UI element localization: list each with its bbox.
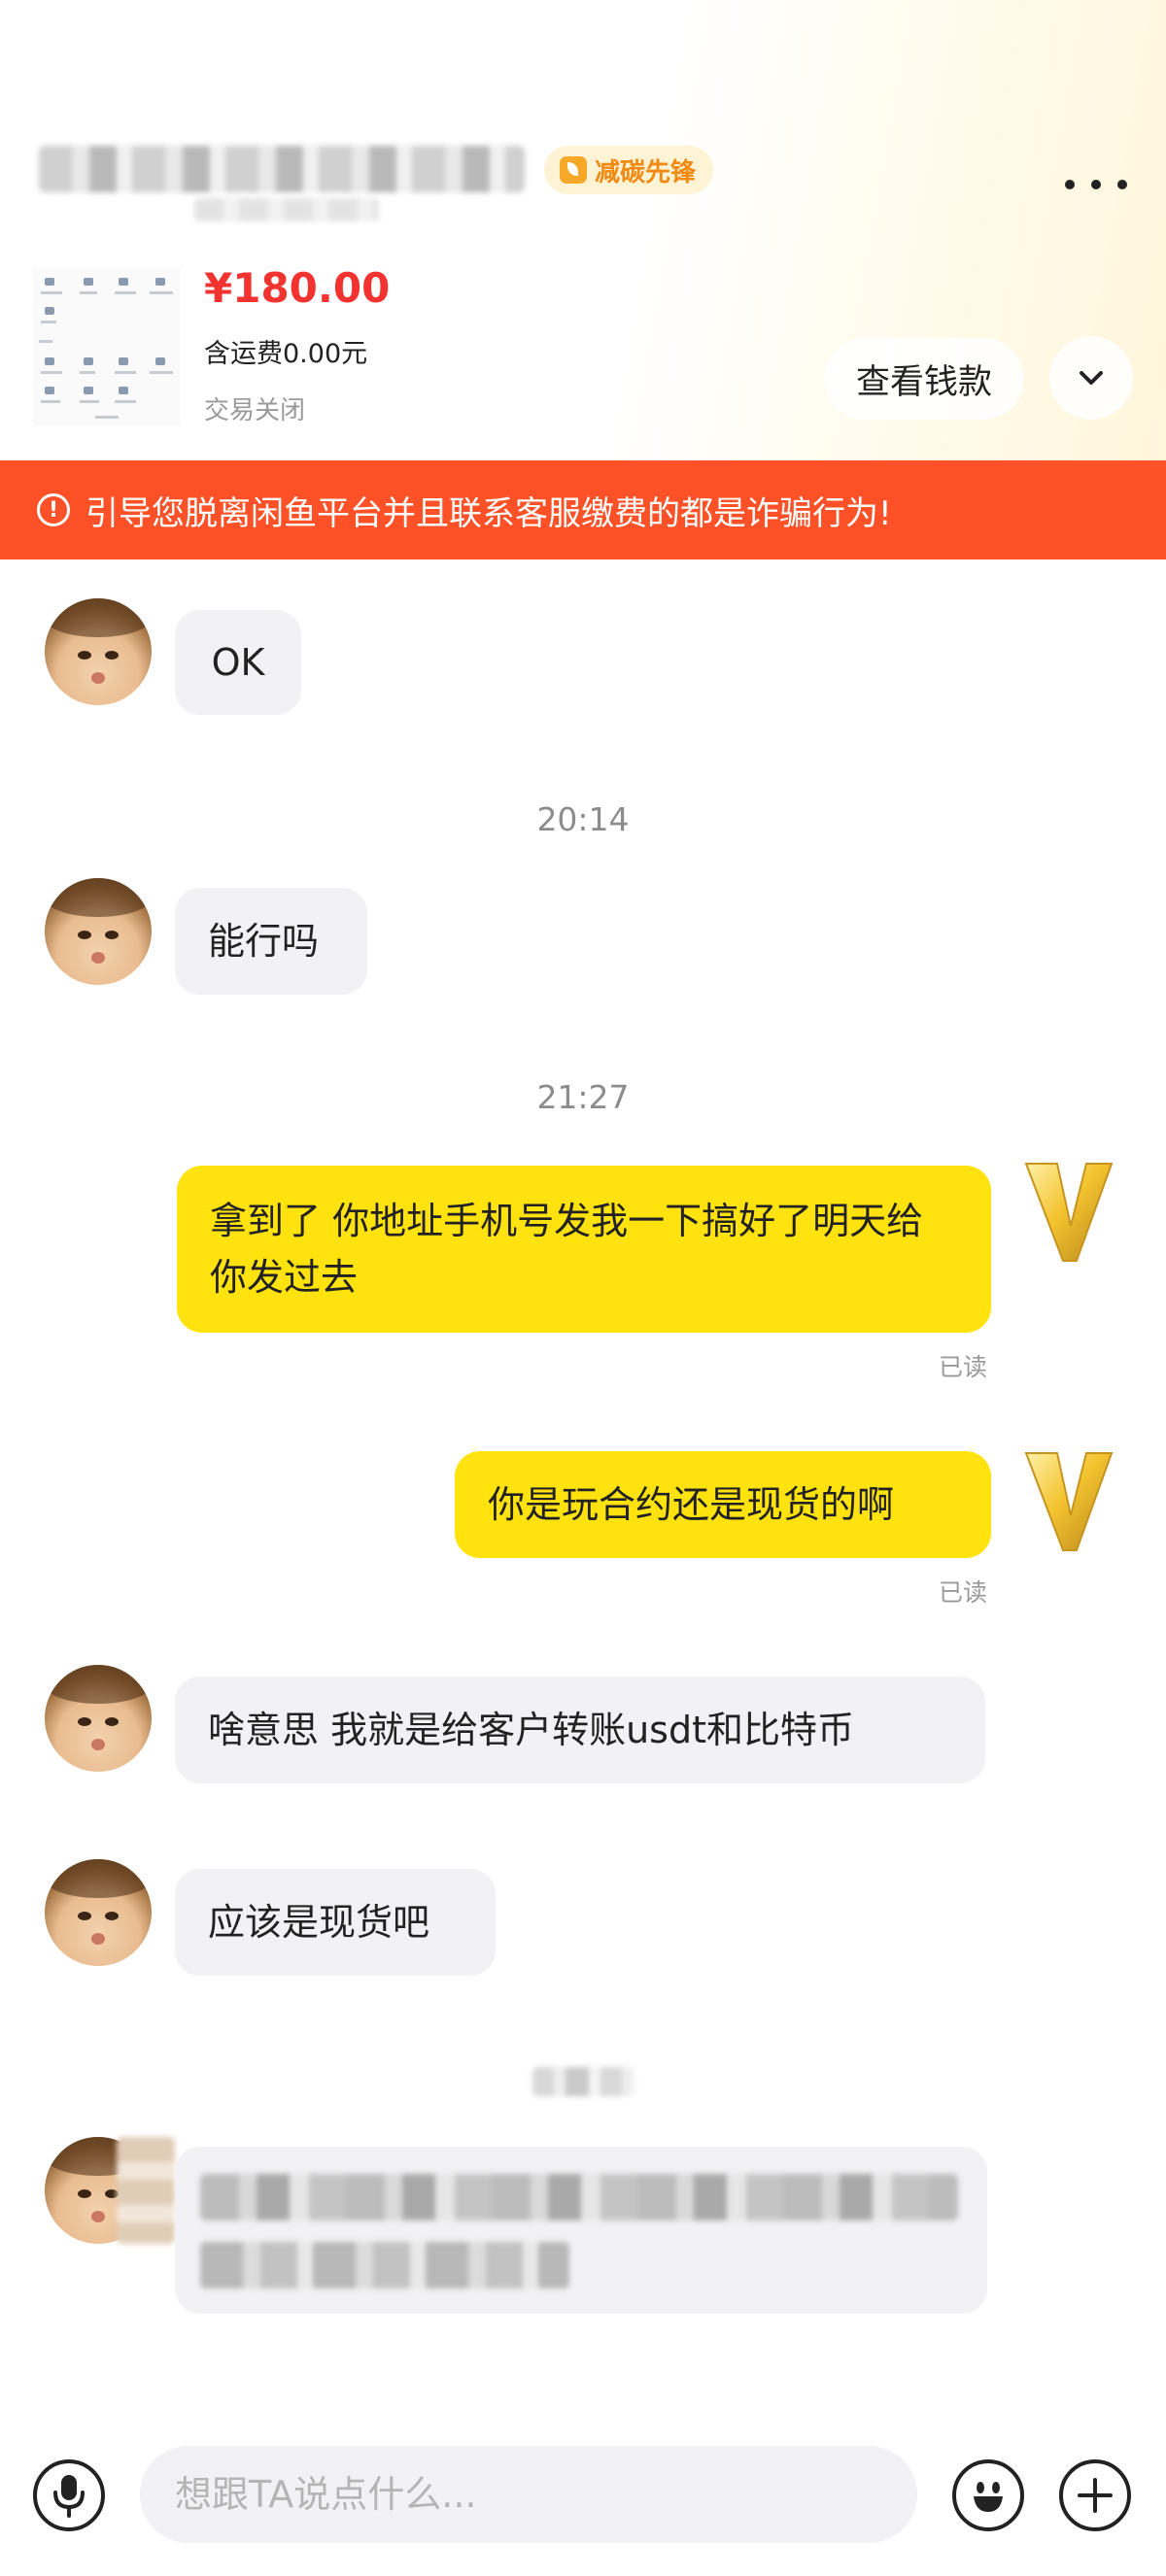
more-actions-button[interactable]: [1059, 2459, 1131, 2531]
alert-circle-icon: !: [37, 493, 70, 526]
chevron-down-icon: [1080, 371, 1103, 385]
message-timestamp: 21:27: [536, 1078, 630, 1116]
more-dots-icon: [1065, 180, 1075, 189]
shipping-fee: 含运费0.00元: [204, 339, 368, 369]
incoming-message[interactable]: 应该是现货吧: [175, 1869, 496, 1976]
contact-avatar[interactable]: [45, 1665, 152, 1772]
more-options-button[interactable]: [1065, 165, 1127, 204]
gold-v-avatar-icon[interactable]: [1022, 1447, 1115, 1554]
chat-header: 减碳先锋 ¥180.00 含运费0.00元 交易关闭 查看钱款: [0, 0, 1166, 460]
incoming-message[interactable]: OK: [175, 610, 301, 715]
badge-label: 减碳先锋: [595, 157, 697, 187]
carbon-badge: 减碳先锋: [544, 146, 714, 194]
blurred-username: [39, 146, 525, 192]
emoji-button[interactable]: [952, 2459, 1024, 2531]
product-thumbnail[interactable]: [33, 268, 181, 425]
incoming-message-blurred[interactable]: [175, 2147, 987, 2314]
expand-order-button[interactable]: [1049, 336, 1133, 420]
read-receipt: 已读: [939, 1578, 988, 1607]
voice-mic-icon: [53, 2475, 85, 2518]
message-input[interactable]: [140, 2446, 917, 2543]
emoji-icon: [974, 2482, 1003, 2512]
view-payment-button[interactable]: 查看钱款: [824, 338, 1024, 420]
product-price: ¥180.00: [204, 264, 391, 312]
contact-avatar[interactable]: [45, 878, 152, 985]
trade-status: 交易关闭: [204, 396, 306, 425]
leaf-icon: [560, 156, 587, 184]
outgoing-message[interactable]: 拿到了 你地址手机号发我一下搞好了明天给你发过去: [177, 1166, 991, 1333]
blurred-subtitle: [194, 198, 379, 221]
blurred-avatar-overlay: [117, 2137, 175, 2244]
fraud-warning-banner: ! 引导您脱离闲鱼平台并且联系客服缴费的都是诈骗行为!: [0, 460, 1166, 559]
blurred-timestamp: [532, 2067, 634, 2096]
contact-avatar[interactable]: [45, 598, 152, 705]
voice-input-button[interactable]: [33, 2459, 105, 2531]
message-timestamp: 20:14: [536, 800, 630, 838]
plus-icon: [1078, 2478, 1113, 2513]
incoming-message[interactable]: 啥意思 我就是给客户转账usdt和比特币: [175, 1677, 985, 1783]
outgoing-message[interactable]: 你是玩合约还是现货的啊: [455, 1451, 991, 1558]
incoming-message[interactable]: 能行吗: [175, 888, 367, 995]
gold-v-avatar-icon[interactable]: [1022, 1158, 1115, 1265]
contact-avatar[interactable]: [45, 1859, 152, 1966]
warning-text: 引导您脱离闲鱼平台并且联系客服缴费的都是诈骗行为!: [86, 493, 892, 533]
read-receipt: 已读: [939, 1353, 988, 1381]
